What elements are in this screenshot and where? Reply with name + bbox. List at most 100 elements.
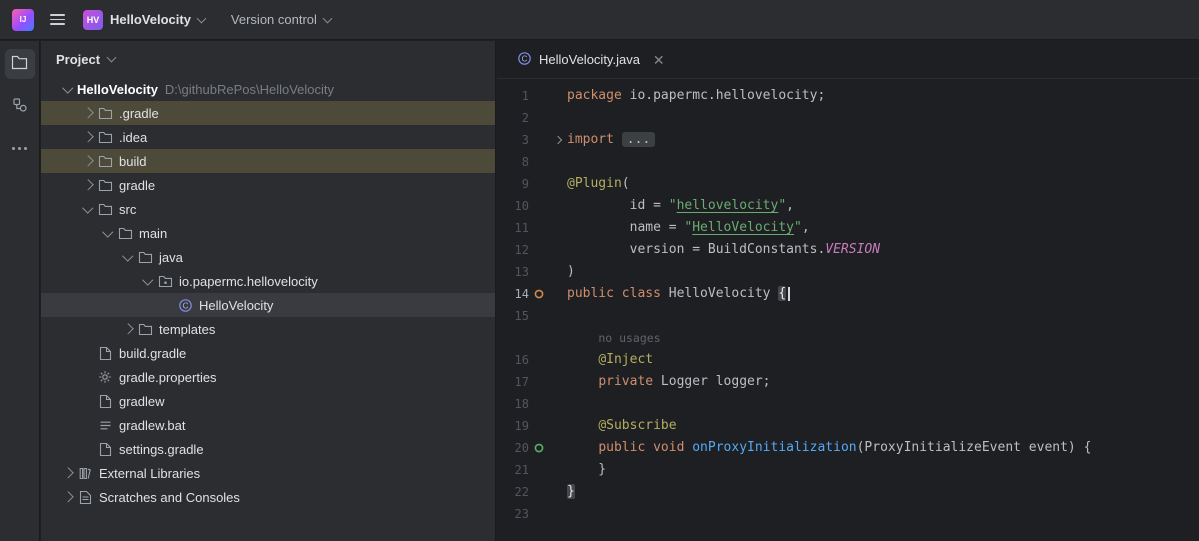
chevron-down-icon[interactable] xyxy=(99,231,117,236)
fold-spacer xyxy=(549,503,567,525)
tree-item-gradle[interactable]: gradle xyxy=(41,173,495,197)
code-line[interactable]: 17 private Logger logger; xyxy=(497,371,1199,393)
svg-text:C: C xyxy=(182,301,188,310)
chevron-right-icon[interactable] xyxy=(79,133,97,141)
code-line[interactable]: 13) xyxy=(497,261,1199,283)
folder-icon xyxy=(97,107,113,120)
code-line[interactable]: 10 id = "hellovelocity", xyxy=(497,195,1199,217)
editor-tab[interactable]: C HelloVelocity.java ✕ xyxy=(507,41,675,78)
gutter-spacer xyxy=(529,85,549,107)
code-text: package io.papermc.hellovelocity; xyxy=(567,85,825,107)
project-tool-window-button[interactable] xyxy=(5,49,35,79)
main-menu-icon[interactable] xyxy=(50,14,65,25)
line-number[interactable]: 8 xyxy=(497,151,529,173)
chevron-down-icon[interactable] xyxy=(139,279,157,284)
line-number[interactable]: 11 xyxy=(497,217,529,239)
tree-item-templates[interactable]: templates xyxy=(41,317,495,341)
code-line[interactable]: 11 name = "HelloVelocity", xyxy=(497,217,1199,239)
folder-icon xyxy=(137,323,153,336)
folder-icon xyxy=(97,203,113,216)
tree-item-label: io.papermc.hellovelocity xyxy=(179,274,318,289)
tree-item-label: build xyxy=(119,154,146,169)
chevron-right-icon[interactable] xyxy=(59,469,77,477)
code-line[interactable]: 2 xyxy=(497,107,1199,129)
tree-item-gradlew[interactable]: gradlew xyxy=(41,389,495,413)
line-number[interactable]: 21 xyxy=(497,459,529,481)
line-number[interactable]: 18 xyxy=(497,393,529,415)
subscribe-gutter-icon[interactable] xyxy=(529,437,549,459)
chevron-down-icon[interactable] xyxy=(79,207,97,212)
code-line[interactable]: 18 xyxy=(497,393,1199,415)
chevron-down-icon[interactable] xyxy=(59,87,77,92)
chevron-down-icon[interactable] xyxy=(119,255,137,260)
gutter-spacer xyxy=(529,195,549,217)
code-line[interactable]: 23 xyxy=(497,503,1199,525)
chevron-right-icon[interactable] xyxy=(79,109,97,117)
line-number[interactable]: 2 xyxy=(497,107,529,129)
close-tab-icon[interactable]: ✕ xyxy=(653,53,665,67)
tree-item-main[interactable]: main xyxy=(41,221,495,245)
tree-item--gradle[interactable]: .gradle xyxy=(41,101,495,125)
line-number[interactable]: 1 xyxy=(497,85,529,107)
class-gutter-icon[interactable] xyxy=(529,283,549,305)
tree-item-label: gradle xyxy=(119,178,155,193)
line-number[interactable]: 19 xyxy=(497,415,529,437)
line-number[interactable]: 16 xyxy=(497,349,529,371)
tree-item-hellovelocity[interactable]: HelloVelocityD:\githubRePos\HelloVelocit… xyxy=(41,77,495,101)
fold-spacer xyxy=(549,217,567,239)
vcs-widget[interactable]: Version control xyxy=(231,12,331,27)
tree-item-hellovelocity[interactable]: CHelloVelocity xyxy=(41,293,495,317)
tree-item-build[interactable]: build xyxy=(41,149,495,173)
code-line[interactable]: 1 package io.papermc.hellovelocity; xyxy=(497,85,1199,107)
tree-item-settings-gradle[interactable]: settings.gradle xyxy=(41,437,495,461)
code-line[interactable]: 20 public void onProxyInitialization(Pro… xyxy=(497,437,1199,459)
chevron-right-icon[interactable] xyxy=(79,157,97,165)
code-line[interactable]: 8 xyxy=(497,151,1199,173)
line-number[interactable]: 23 xyxy=(497,503,529,525)
line-number[interactable]: 22 xyxy=(497,481,529,503)
tree-item-src[interactable]: src xyxy=(41,197,495,221)
code-line[interactable]: 12 version = BuildConstants.VERSION xyxy=(497,239,1199,261)
tree-item-java[interactable]: java xyxy=(41,245,495,269)
line-number[interactable]: 10 xyxy=(497,195,529,217)
tree-item-io-papermc-hellovelocity[interactable]: io.papermc.hellovelocity xyxy=(41,269,495,293)
chevron-right-icon[interactable] xyxy=(79,181,97,189)
line-number[interactable]: 12 xyxy=(497,239,529,261)
code-line[interactable]: 3import ... xyxy=(497,129,1199,151)
project-widget[interactable]: HV HelloVelocity xyxy=(83,10,205,30)
line-number[interactable]: 9 xyxy=(497,173,529,195)
line-number[interactable]: 13 xyxy=(497,261,529,283)
gradle-icon xyxy=(97,442,113,457)
code-line[interactable]: 16 @Inject xyxy=(497,349,1199,371)
code-line[interactable]: 19 @Subscribe xyxy=(497,415,1199,437)
chevron-right-icon[interactable] xyxy=(59,493,77,501)
line-number[interactable]: 15 xyxy=(497,305,529,327)
code-editor[interactable]: 1 package io.papermc.hellovelocity; 23impo… xyxy=(497,79,1199,525)
code-line[interactable]: 15 xyxy=(497,305,1199,327)
more-tool-windows-button[interactable] xyxy=(5,133,35,163)
tree-item-gradlew-bat[interactable]: gradlew.bat xyxy=(41,413,495,437)
line-number[interactable]: 20 xyxy=(497,437,529,459)
code-line[interactable]: 9@Plugin( xyxy=(497,173,1199,195)
line-number[interactable]: 14 xyxy=(497,283,529,305)
tree-item-label: HelloVelocity xyxy=(77,82,158,97)
tree-item-gradle-properties[interactable]: gradle.properties xyxy=(41,365,495,389)
chevron-right-icon[interactable] xyxy=(119,325,137,333)
project-panel-header[interactable]: Project xyxy=(41,41,495,77)
fold-spacer xyxy=(549,437,567,459)
project-widget-label: HelloVelocity xyxy=(110,12,191,27)
code-line[interactable]: no usages xyxy=(497,327,1199,349)
folder-icon xyxy=(97,131,113,144)
code-line[interactable]: 21 } xyxy=(497,459,1199,481)
structure-tool-window-button[interactable] xyxy=(5,91,35,121)
tree-item-external-libraries[interactable]: External Libraries xyxy=(41,461,495,485)
fold-chevron-icon[interactable] xyxy=(549,129,567,151)
tree-item-scratches-and-consoles[interactable]: Scratches and Consoles xyxy=(41,485,495,509)
code-line[interactable]: 14public class HelloVelocity { xyxy=(497,283,1199,305)
project-tree: HelloVelocityD:\githubRePos\HelloVelocit… xyxy=(41,77,495,509)
tree-item-build-gradle[interactable]: build.gradle xyxy=(41,341,495,365)
line-number[interactable]: 3 xyxy=(497,129,529,151)
code-line[interactable]: 22} xyxy=(497,481,1199,503)
tree-item--idea[interactable]: .idea xyxy=(41,125,495,149)
line-number[interactable]: 17 xyxy=(497,371,529,393)
